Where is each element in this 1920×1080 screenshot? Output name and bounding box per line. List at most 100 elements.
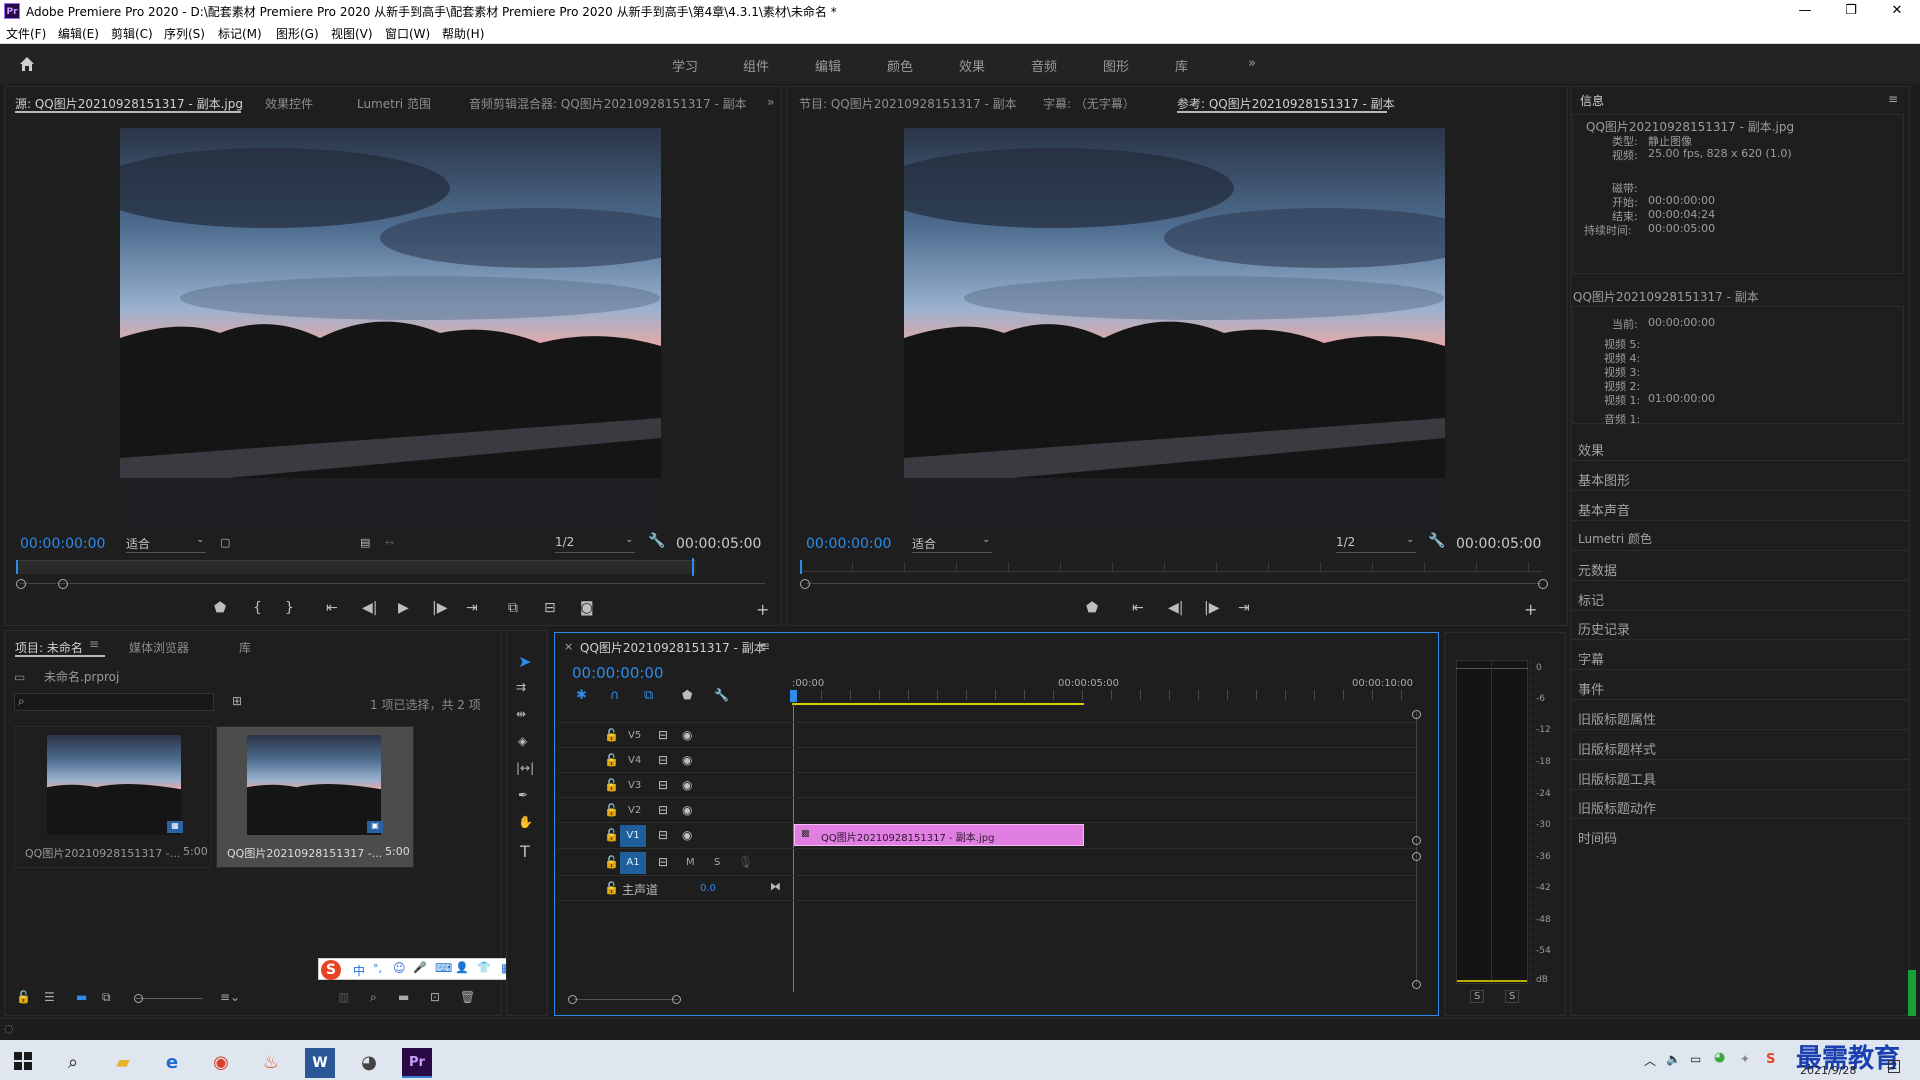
zoom-slider[interactable] [136,998,202,999]
type-tool-icon[interactable]: T [520,842,530,861]
ime-punctuation-icon[interactable]: °, [373,962,382,975]
timeline-ruler[interactable] [792,690,1410,700]
snap-icon[interactable]: ∩ [610,688,620,703]
timeline-clip[interactable]: ▩ QQ图片20210928151317 - 副本.jpg [794,824,1084,846]
bluetooth-icon[interactable]: ✦ [1740,1052,1750,1066]
source-playhead[interactable] [16,560,18,574]
panel-menu-icon[interactable]: ≡ [1888,92,1898,106]
speaker-icon[interactable]: 🔈 [1666,1052,1681,1066]
drag-video-icon[interactable]: ▤ [360,536,370,549]
panel-menu-icon[interactable]: ≡ [760,639,770,653]
search-icon[interactable]: ⌕ [58,1048,88,1078]
home-icon[interactable] [18,55,36,73]
source-zoom-handle-left[interactable] [16,579,26,589]
wrench-icon[interactable]: 🔧 [1428,533,1445,549]
program-timecode[interactable]: 00:00:00:00 [806,536,891,552]
source-timecode[interactable]: 00:00:00:00 [20,536,105,552]
drag-audio-icon[interactable]: ↔ [385,536,394,549]
mark-out-icon[interactable]: } [285,600,294,616]
panel-history[interactable]: 历史记录 [1578,619,1630,638]
play-icon[interactable]: ▶ [398,600,409,616]
panel-expand-icon[interactable]: » [767,95,774,109]
trash-icon[interactable]: 🗑 [460,990,475,1004]
master-volume-value[interactable]: 0.0 [700,883,716,894]
workspace-editing[interactable]: 编辑 [815,56,841,75]
minimize-button[interactable]: — [1782,0,1828,22]
mute-button[interactable]: M [686,857,695,868]
project-search-input[interactable] [14,693,214,711]
user-photo-icon[interactable]: ◕ [354,1048,384,1078]
ripple-edit-tool-icon[interactable]: ⇹ [516,707,526,721]
track-target-v1[interactable]: V1 [620,825,646,847]
solo-button[interactable]: S [714,857,720,868]
close-tab-icon[interactable]: × [564,640,573,653]
panel-menu-icon[interactable]: ≡ [89,637,99,651]
program-time-ruler[interactable] [800,562,1542,572]
panel-legacy-title-actions[interactable]: 旧版标题动作 [1578,798,1656,817]
ime-chinese-toggle[interactable]: 中 [353,962,365,979]
track-label[interactable]: V3 [628,780,641,791]
eye-icon[interactable]: ◉ [682,778,692,792]
panel-timecode[interactable]: 时间码 [1578,828,1617,847]
source-resolution-dropdown[interactable]: 1/2 ⌄ [555,535,635,553]
step-forward-icon[interactable]: |▶ [1204,600,1219,616]
step-forward-icon[interactable]: |▶ [432,600,447,616]
tab-media-browser[interactable]: 媒体浏览器 [129,639,189,656]
maximize-button[interactable]: ❐ [1828,0,1874,22]
hand-tool-icon[interactable]: ✋ [518,815,533,829]
program-fit-dropdown[interactable]: 适合 ⌄ [912,535,992,553]
workspace-assembly[interactable]: 组件 [743,56,769,75]
go-to-out-icon[interactable]: ⇥ [1238,600,1250,616]
scroll-handle[interactable] [672,995,681,1004]
menu-file[interactable]: 文件(F) [6,25,46,42]
menu-view[interactable]: 视图(V) [331,25,373,42]
timeline-tab[interactable]: QQ图片20210928151317 - 副本 [580,639,766,656]
menu-window[interactable]: 窗口(W) [385,25,430,42]
go-to-out-icon[interactable]: ⇥ [466,600,478,616]
workspace-effects[interactable]: 效果 [959,56,985,75]
lock-icon[interactable]: 🔓 [604,828,619,842]
panel-legacy-title-tools[interactable]: 旧版标题工具 [1578,769,1656,788]
panel-effects[interactable]: 效果 [1578,440,1604,459]
source-time-ruler[interactable] [16,560,696,574]
panel-metadata[interactable]: 元数据 [1578,560,1617,579]
tab-project[interactable]: 项目: 未命名 [15,639,83,656]
tab-lumetri-scopes[interactable]: Lumetri 范围 [357,95,431,112]
insert-icon[interactable]: ⧉ [508,600,518,616]
find-icon[interactable]: ⌕ [370,990,377,1005]
panel-essential-graphics[interactable]: 基本图形 [1578,470,1630,489]
premiere-taskbar-icon[interactable]: Pr [402,1048,432,1078]
tab-effect-controls[interactable]: 效果控件 [265,95,313,112]
nest-icon[interactable]: ✱ [576,688,587,703]
work-area-bar[interactable] [792,703,1084,705]
list-view-icon[interactable]: ☰ [44,990,55,1004]
edge-browser-icon[interactable]: e [157,1048,187,1078]
overwrite-icon[interactable]: ⊟ [544,600,556,616]
solo-right-button[interactable]: S [1505,990,1520,1003]
lock-icon[interactable]: 🔓 [16,990,31,1004]
lock-icon[interactable]: 🔓 [604,803,619,817]
new-bin-icon[interactable]: ▬ [398,990,409,1004]
wrench-icon[interactable]: 🔧 [714,688,729,702]
lock-icon[interactable]: 🔓 [604,881,619,895]
slip-tool-icon[interactable]: |↔| [516,761,534,775]
panel-legacy-title-styles[interactable]: 旧版标题样式 [1578,739,1656,758]
go-to-in-icon[interactable]: ⇤ [1132,600,1144,616]
add-button-icon[interactable]: + [1524,600,1537,619]
add-marker-icon[interactable]: ⬟ [214,600,226,616]
word-icon[interactable]: W [305,1048,335,1078]
panel-lumetri-color[interactable]: Lumetri 颜色 [1578,530,1652,547]
sync-lock-icon[interactable]: ⊟ [658,778,668,792]
panel-markers[interactable]: 标记 [1578,590,1604,609]
panel-captions[interactable]: 字幕 [1578,649,1604,668]
add-button-icon[interactable]: + [756,600,769,619]
zoom-slider-handle[interactable] [134,994,143,1003]
project-item-1[interactable]: ▦ QQ图片20210928151317 -... 5:00 [14,726,212,868]
eye-icon[interactable]: ◉ [682,828,692,842]
lock-icon[interactable]: 🔓 [604,855,619,869]
menu-graphics[interactable]: 图形(G) [276,25,319,42]
lock-icon[interactable]: 🔓 [604,778,619,792]
scroll-handle[interactable] [1412,710,1421,719]
project-item-2[interactable]: ▣ QQ图片20210928151317 -... 5:00 [216,726,414,868]
menu-marker[interactable]: 标记(M) [218,25,262,42]
